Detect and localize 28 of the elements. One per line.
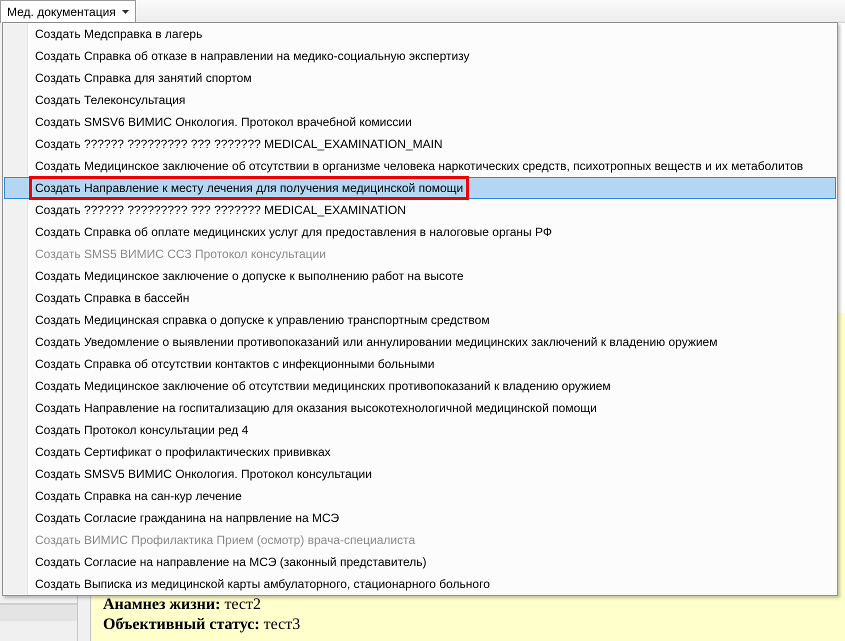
menu-button[interactable]: Мед. документация [0, 0, 136, 23]
menu-item[interactable]: Создать Медицинское заключение об отсутствии в организме человека наркотических средств, психотропных веществ и их метаболитов [4, 155, 836, 177]
menu-item[interactable]: Создать Направление на госпитализацию для оказания высокотехнологичной медицинской помощи [4, 397, 836, 419]
menu-item[interactable]: Создать Согласие гражданина на напрвление на МСЭ [4, 507, 836, 529]
document-line: Объективный статус: тест3 [103, 615, 302, 635]
menu-item[interactable]: Создать Сертификат о профилактических прививках [4, 441, 836, 463]
menu-item[interactable]: Создать ?????? ????????? ??? ??????? MEDICAL_EXAMINATION_MAIN [4, 133, 836, 155]
menu-item[interactable]: Создать Медицинская справка о допуске к управлению транспортным средством [4, 309, 836, 331]
menu-item[interactable]: Создать Справка на сан-кур лечение [4, 485, 836, 507]
caret-icon [122, 10, 129, 14]
menu-item[interactable]: Создать Справка об оплате медицинских услуг для предоставления в налоговые органы РФ [4, 221, 836, 243]
menu-item[interactable]: Создать Справка для занятий спортом [4, 67, 836, 89]
menu-item[interactable]: Создать Справка об отсутствии контактов с инфекционными больными [4, 353, 836, 375]
menu-item[interactable]: Создать Медсправка в лагерь [4, 23, 836, 45]
menu-item[interactable]: Создать SMSV6 ВИМИС Онкология. Протокол врачебной комиссии [4, 111, 836, 133]
menu-item[interactable]: Создать ?????? ????????? ??? ??????? MEDICAL_EXAMINATION [4, 199, 836, 221]
menu-item[interactable]: Создать Уведомление о выявлении противопоказаний или аннулировании медицинских заключений к владению оружием [4, 331, 836, 353]
menu-item[interactable]: Создать Протокол консультации ред 4 [4, 419, 836, 441]
menu-item[interactable]: Создать Выписка из медицинской карты амбулаторного, стационарного больного [4, 573, 836, 595]
menu-item[interactable]: Создать Направление к месту лечения для получения медицинской помощи [4, 177, 836, 199]
menu-item[interactable]: Создать Телеконсультация [4, 89, 836, 111]
menu-item[interactable]: Создать Медицинское заключение о допуске к выполнению работ на высоте [4, 265, 836, 287]
menu-item[interactable]: Создать SMSV5 ВИМИС Онкология. Протокол консультации [4, 463, 836, 485]
menu-item[interactable]: Создать Медицинское заключение об отсутствии медицинских противопоказаний к владению оружием [4, 375, 836, 397]
menu-item[interactable]: Создать Справка об отказе в направлении на медико-социальную экспертизу [4, 45, 836, 67]
menu-item[interactable]: Создать Согласие на направление на МСЭ (законный представитель) [4, 551, 836, 573]
menu-item[interactable]: Создать Справка в бассейн [4, 287, 836, 309]
document-line: Анамнез жизни: тест2 [103, 595, 262, 615]
